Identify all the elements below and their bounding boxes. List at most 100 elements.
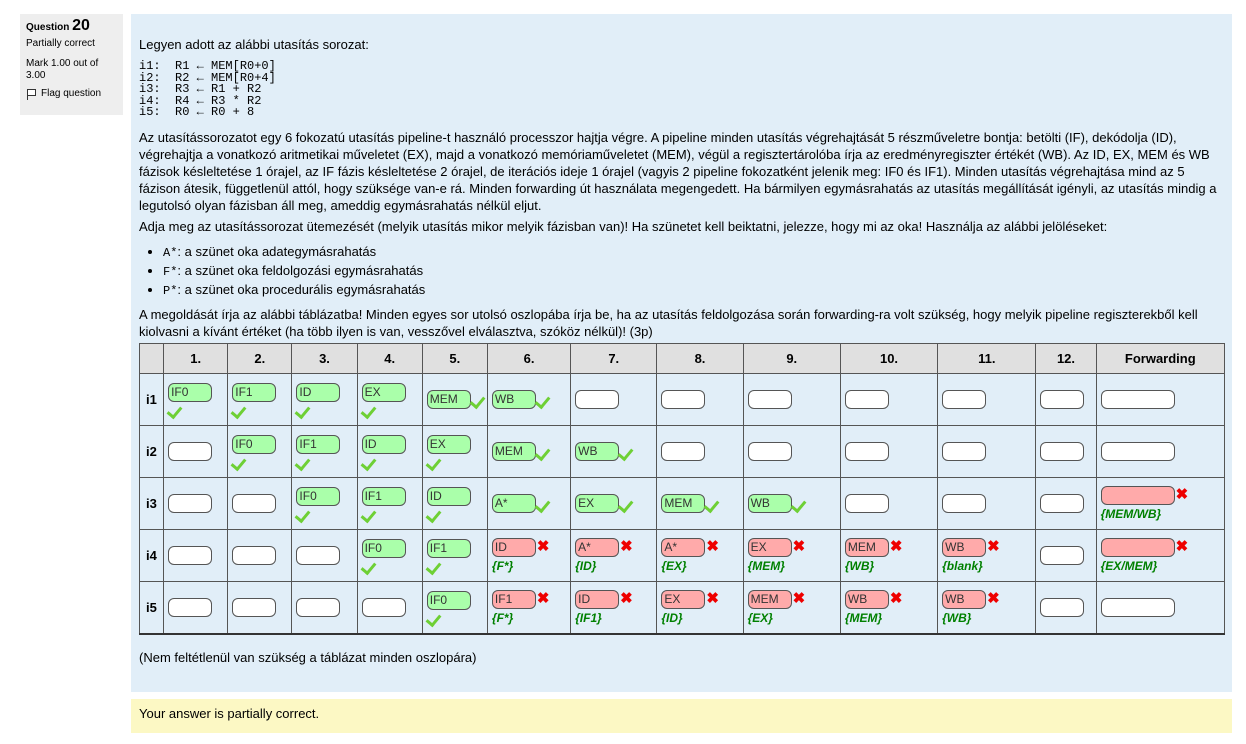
cell-answer-line: WB ✖ <box>942 589 1035 609</box>
phase-input[interactable] <box>296 545 341 565</box>
cell-answer-line: IF0 <box>296 486 356 506</box>
cell-content: ID <box>426 486 487 520</box>
phase-input[interactable]: WB <box>491 389 536 409</box>
phase-input[interactable]: EX <box>661 589 706 609</box>
phase-input[interactable]: MEM <box>661 493 706 513</box>
phase-input[interactable] <box>844 389 889 409</box>
cell-answer-line: IF0 <box>361 538 422 558</box>
phase-input[interactable]: IF0 <box>361 538 406 558</box>
phase-input[interactable] <box>232 597 277 617</box>
phase-input[interactable]: WB <box>575 441 620 461</box>
phase-input[interactable]: ID <box>491 537 536 557</box>
check-icon <box>427 454 443 468</box>
phase-input[interactable]: A* <box>575 537 620 557</box>
phase-input[interactable] <box>1040 441 1085 461</box>
question-number: Question 20 <box>26 18 117 34</box>
phase-input[interactable] <box>942 441 987 461</box>
cell-content <box>168 545 227 565</box>
schedule-cell <box>1095 372 1226 426</box>
phase-input[interactable] <box>942 389 987 409</box>
legend-text: : a szünet oka adategymásrahatás <box>177 243 377 259</box>
phase-input[interactable]: ID <box>426 486 471 506</box>
schedule-cell <box>937 424 1037 478</box>
phase-input[interactable] <box>232 493 277 513</box>
column-header: 3. <box>291 342 358 374</box>
phase-input[interactable] <box>942 493 987 513</box>
phase-input[interactable]: IF0 <box>232 434 277 454</box>
phase-input[interactable]: MEM <box>491 441 536 461</box>
cell-content: A* ✖ {EX} <box>661 537 742 573</box>
cell-answer-line <box>942 389 1035 409</box>
cell-answer-line: MEM ✖ <box>844 537 937 557</box>
flag-question-button[interactable]: Flag question <box>26 88 117 100</box>
phase-input[interactable] <box>844 493 889 513</box>
phase-input[interactable] <box>661 441 706 461</box>
correct-answer-feedback: {EX} <box>747 610 773 625</box>
phase-input[interactable] <box>168 597 213 617</box>
forwarding-input[interactable] <box>1100 597 1175 617</box>
forwarding-input[interactable] <box>1100 485 1175 505</box>
check-icon <box>427 558 443 572</box>
phase-input[interactable] <box>1040 545 1085 565</box>
phase-input[interactable]: WB <box>747 493 792 513</box>
phase-input[interactable]: MEM <box>426 389 471 409</box>
phase-input[interactable] <box>1040 493 1085 513</box>
forwarding-input[interactable] <box>1100 389 1175 409</box>
phase-input[interactable]: ID <box>296 382 341 402</box>
phase-input[interactable]: A* <box>491 493 536 513</box>
phase-input[interactable]: EX <box>575 493 620 513</box>
cell-answer-line <box>661 389 742 409</box>
cell-answer-line <box>844 441 937 461</box>
phase-input[interactable] <box>168 545 213 565</box>
phase-input[interactable]: EX <box>426 434 471 454</box>
correct-answer-feedback: {ID} <box>661 610 683 625</box>
phase-input[interactable]: A* <box>661 537 706 557</box>
phase-input[interactable] <box>1040 597 1085 617</box>
phase-input[interactable] <box>747 441 792 461</box>
phase-input[interactable] <box>844 441 889 461</box>
table-row: i2 IF0 IF1 ID EX MEM WB <box>138 424 1226 478</box>
phase-input[interactable]: IF1 <box>491 589 536 609</box>
phase-input[interactable]: MEM <box>747 589 792 609</box>
phase-input[interactable]: ID <box>575 589 620 609</box>
correct-answer-feedback: {EX} <box>661 558 687 573</box>
cell-content: ✖ {MEM/WB} <box>1100 485 1224 521</box>
phase-input[interactable] <box>296 597 341 617</box>
check-icon <box>232 402 248 416</box>
column-header: 5. <box>421 342 488 374</box>
phase-input[interactable]: IF1 <box>426 538 471 558</box>
phase-input[interactable]: EX <box>747 537 792 557</box>
cell-check-line <box>232 454 291 468</box>
phase-input[interactable]: WB <box>942 537 987 557</box>
phase-input[interactable]: IF1 <box>232 382 277 402</box>
phase-input[interactable]: IF0 <box>168 382 213 402</box>
phase-input[interactable] <box>747 389 792 409</box>
phase-input[interactable] <box>661 389 706 409</box>
phase-input[interactable]: MEM <box>844 537 889 557</box>
forwarding-input[interactable] <box>1100 441 1175 461</box>
phase-input[interactable] <box>361 597 406 617</box>
phase-input[interactable]: WB <box>942 589 987 609</box>
schedule-cell: WB <box>742 476 841 530</box>
phase-input[interactable] <box>575 389 620 409</box>
phase-input[interactable] <box>168 441 213 461</box>
schedule-cell: ID <box>421 476 488 530</box>
row-label: i5 <box>138 580 165 635</box>
phase-input[interactable]: WB <box>844 589 889 609</box>
cell-answer-line <box>942 441 1035 461</box>
phase-input[interactable] <box>232 545 277 565</box>
phase-input[interactable]: IF1 <box>361 486 406 506</box>
phase-input[interactable]: ID <box>361 434 406 454</box>
cell-content <box>661 389 742 409</box>
phase-input[interactable]: IF1 <box>296 434 341 454</box>
phase-input[interactable] <box>168 493 213 513</box>
phase-input[interactable] <box>1040 389 1085 409</box>
phase-input[interactable]: IF0 <box>426 590 471 610</box>
cell-content <box>575 389 656 409</box>
flag-icon <box>26 88 36 100</box>
forwarding-input[interactable] <box>1100 537 1175 557</box>
legend-item: F*: a szünet oka feldolgozási egymásraha… <box>163 262 1224 281</box>
phase-input[interactable]: IF0 <box>296 486 341 506</box>
phase-input[interactable]: EX <box>361 382 406 402</box>
cell-answer-line: IF1 <box>361 486 422 506</box>
